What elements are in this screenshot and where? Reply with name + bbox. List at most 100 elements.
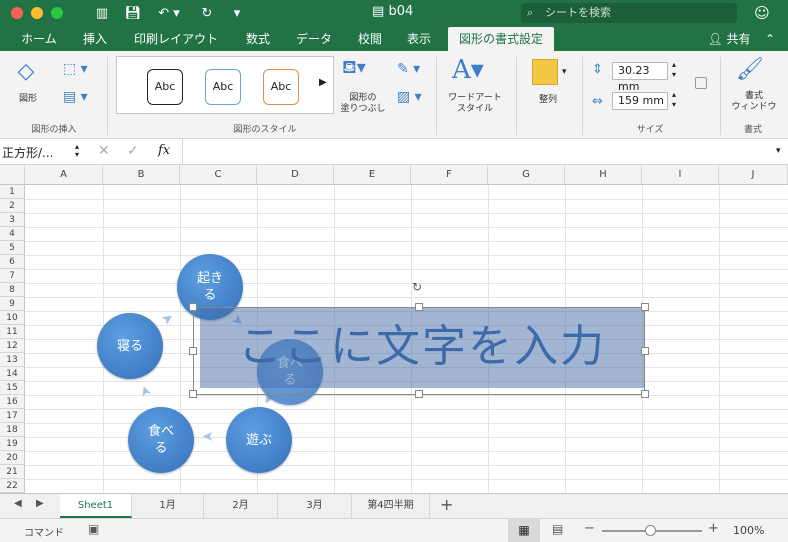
next-sheet-icon[interactable]: ▶ — [36, 498, 44, 509]
macro-record-icon[interactable]: ▣ — [88, 522, 99, 536]
tab-home[interactable]: ホーム — [12, 27, 66, 51]
prev-sheet-icon[interactable]: ◀ — [14, 498, 22, 509]
row-header[interactable]: 12 — [0, 339, 25, 353]
name-box-dropdown-icon[interactable]: ▴ ▾ — [75, 143, 79, 159]
zoom-level[interactable]: 100% — [733, 524, 764, 537]
column-header[interactable]: A — [25, 165, 103, 185]
row-header[interactable]: 15 — [0, 381, 25, 395]
row-header[interactable]: 10 — [0, 311, 25, 325]
arrange-icon[interactable] — [532, 59, 558, 85]
shape-width-field[interactable]: 159 mm — [612, 92, 668, 110]
row-header[interactable]: 2 — [0, 199, 25, 213]
cycle-node-play[interactable]: 遊ぶ — [226, 407, 292, 473]
column-header[interactable]: G — [488, 165, 565, 185]
name-box[interactable]: 正方形/... — [2, 144, 78, 161]
share-button[interactable]: 👤︎ 共有 — [702, 27, 756, 51]
row-header[interactable]: 5 — [0, 241, 25, 255]
column-header[interactable]: F — [411, 165, 488, 185]
column-header[interactable]: C — [180, 165, 257, 185]
undo-icon[interactable]: ↶ ▾ — [154, 4, 184, 22]
width-stepper[interactable]: ▴ ▾ — [672, 90, 676, 110]
paint-bucket-icon[interactable]: ⛾▾ — [342, 57, 382, 81]
worksheet-grid[interactable]: A B C D E F G H I J 1 2 3 4 5 6 7 8 9 10… — [0, 165, 788, 493]
row-header[interactable]: 21 — [0, 465, 25, 479]
sheet-tab-mar[interactable]: 3月 — [278, 494, 352, 518]
page-layout-view-icon[interactable]: ▤ — [552, 522, 563, 536]
save-icon[interactable]: 💾︎ — [124, 4, 142, 22]
smiley-feedback-icon[interactable]: ☺ — [752, 4, 772, 22]
column-header[interactable]: E — [334, 165, 411, 185]
row-header[interactable]: 18 — [0, 423, 25, 437]
tab-shape-format[interactable]: 図形の書式設定 — [448, 27, 554, 51]
resize-handle[interactable] — [189, 390, 197, 398]
tab-insert[interactable]: 挿入 — [74, 27, 116, 51]
resize-handle[interactable] — [189, 347, 197, 355]
cycle-arrow-icon[interactable]: ➤ — [202, 428, 214, 444]
row-header[interactable]: 16 — [0, 395, 25, 409]
zoom-window-icon[interactable] — [51, 7, 63, 19]
row-header[interactable]: 7 — [0, 269, 25, 283]
select-all-corner[interactable] — [0, 165, 25, 185]
close-window-icon[interactable] — [11, 7, 23, 19]
collapse-ribbon-icon[interactable]: ⌃ — [760, 27, 780, 51]
row-header[interactable]: 17 — [0, 409, 25, 423]
style-option-3[interactable]: Abc — [263, 69, 299, 105]
tab-review[interactable]: 校閲 — [350, 27, 390, 51]
column-header[interactable]: D — [257, 165, 334, 185]
tab-page-layout[interactable]: 印刷レイアウト — [128, 27, 224, 51]
function-icon[interactable]: fx — [158, 143, 170, 158]
normal-view-icon[interactable]: ▦ — [508, 519, 540, 542]
resize-handle[interactable] — [189, 303, 197, 311]
text-box-icon[interactable]: ▤ ▾ — [63, 89, 95, 105]
row-header[interactable]: 20 — [0, 451, 25, 465]
row-header[interactable]: 6 — [0, 255, 25, 269]
resize-handle[interactable] — [415, 303, 423, 311]
add-sheet-icon[interactable]: + — [440, 495, 453, 514]
tab-data[interactable]: データ — [289, 27, 339, 51]
resize-handle[interactable] — [415, 390, 423, 398]
row-header[interactable]: 11 — [0, 325, 25, 339]
column-header[interactable]: I — [642, 165, 719, 185]
zoom-in-icon[interactable]: + — [708, 521, 719, 536]
zoom-slider-thumb[interactable] — [645, 525, 656, 536]
format-pane-icon[interactable]: 🖌︎ — [736, 57, 764, 82]
row-header[interactable]: 4 — [0, 227, 25, 241]
row-header[interactable]: 3 — [0, 213, 25, 227]
row-header[interactable]: 1 — [0, 185, 25, 199]
sheet-tab-feb[interactable]: 2月 — [204, 494, 278, 518]
expand-formula-icon[interactable]: ▾ — [776, 146, 781, 156]
style-option-2[interactable]: Abc — [205, 69, 241, 105]
row-header[interactable]: 13 — [0, 353, 25, 367]
resize-handle[interactable] — [641, 303, 649, 311]
shapes-icon[interactable]: ◇ — [12, 59, 40, 85]
cycle-arrow-icon[interactable]: ➤ — [136, 383, 155, 399]
height-stepper[interactable]: ▴ ▾ — [672, 60, 676, 80]
customize-toolbar-icon[interactable]: ▾ — [230, 4, 244, 22]
minimize-window-icon[interactable] — [31, 7, 43, 19]
formula-input[interactable] — [186, 141, 766, 161]
sidebar-toggle-icon[interactable]: ▥ — [93, 4, 111, 22]
cycle-node-sleep[interactable]: 寝る — [97, 313, 163, 379]
arrange-dropdown-icon[interactable]: ▾ — [562, 67, 567, 77]
tab-formulas[interactable]: 数式 — [238, 27, 278, 51]
shape-height-field[interactable]: 30.23 mm — [612, 62, 668, 93]
enter-icon[interactable]: ✓ — [127, 143, 139, 159]
redo-icon[interactable]: ↻ — [198, 4, 216, 22]
column-header[interactable]: H — [565, 165, 642, 185]
cycle-node-eat[interactable]: 食べ る — [128, 407, 194, 473]
zoom-out-icon[interactable]: − — [584, 521, 595, 536]
resize-handle[interactable] — [641, 347, 649, 355]
gallery-scroll-icon[interactable]: ▶ — [319, 77, 327, 88]
lock-aspect-icon[interactable] — [695, 77, 707, 89]
sheet-tab-sheet1[interactable]: Sheet1 — [60, 494, 132, 518]
row-header[interactable]: 9 — [0, 297, 25, 311]
column-header[interactable]: J — [719, 165, 788, 185]
wordart-icon[interactable]: A▾ — [452, 55, 484, 85]
sheet-tab-q4[interactable]: 第4四半期 — [352, 494, 430, 518]
resize-handle[interactable] — [641, 390, 649, 398]
tab-view[interactable]: 表示 — [399, 27, 439, 51]
row-header[interactable]: 14 — [0, 367, 25, 381]
shape-effects-icon[interactable]: ▨ ▾ — [397, 89, 422, 105]
row-header[interactable]: 8 — [0, 283, 25, 297]
column-header[interactable]: B — [103, 165, 180, 185]
